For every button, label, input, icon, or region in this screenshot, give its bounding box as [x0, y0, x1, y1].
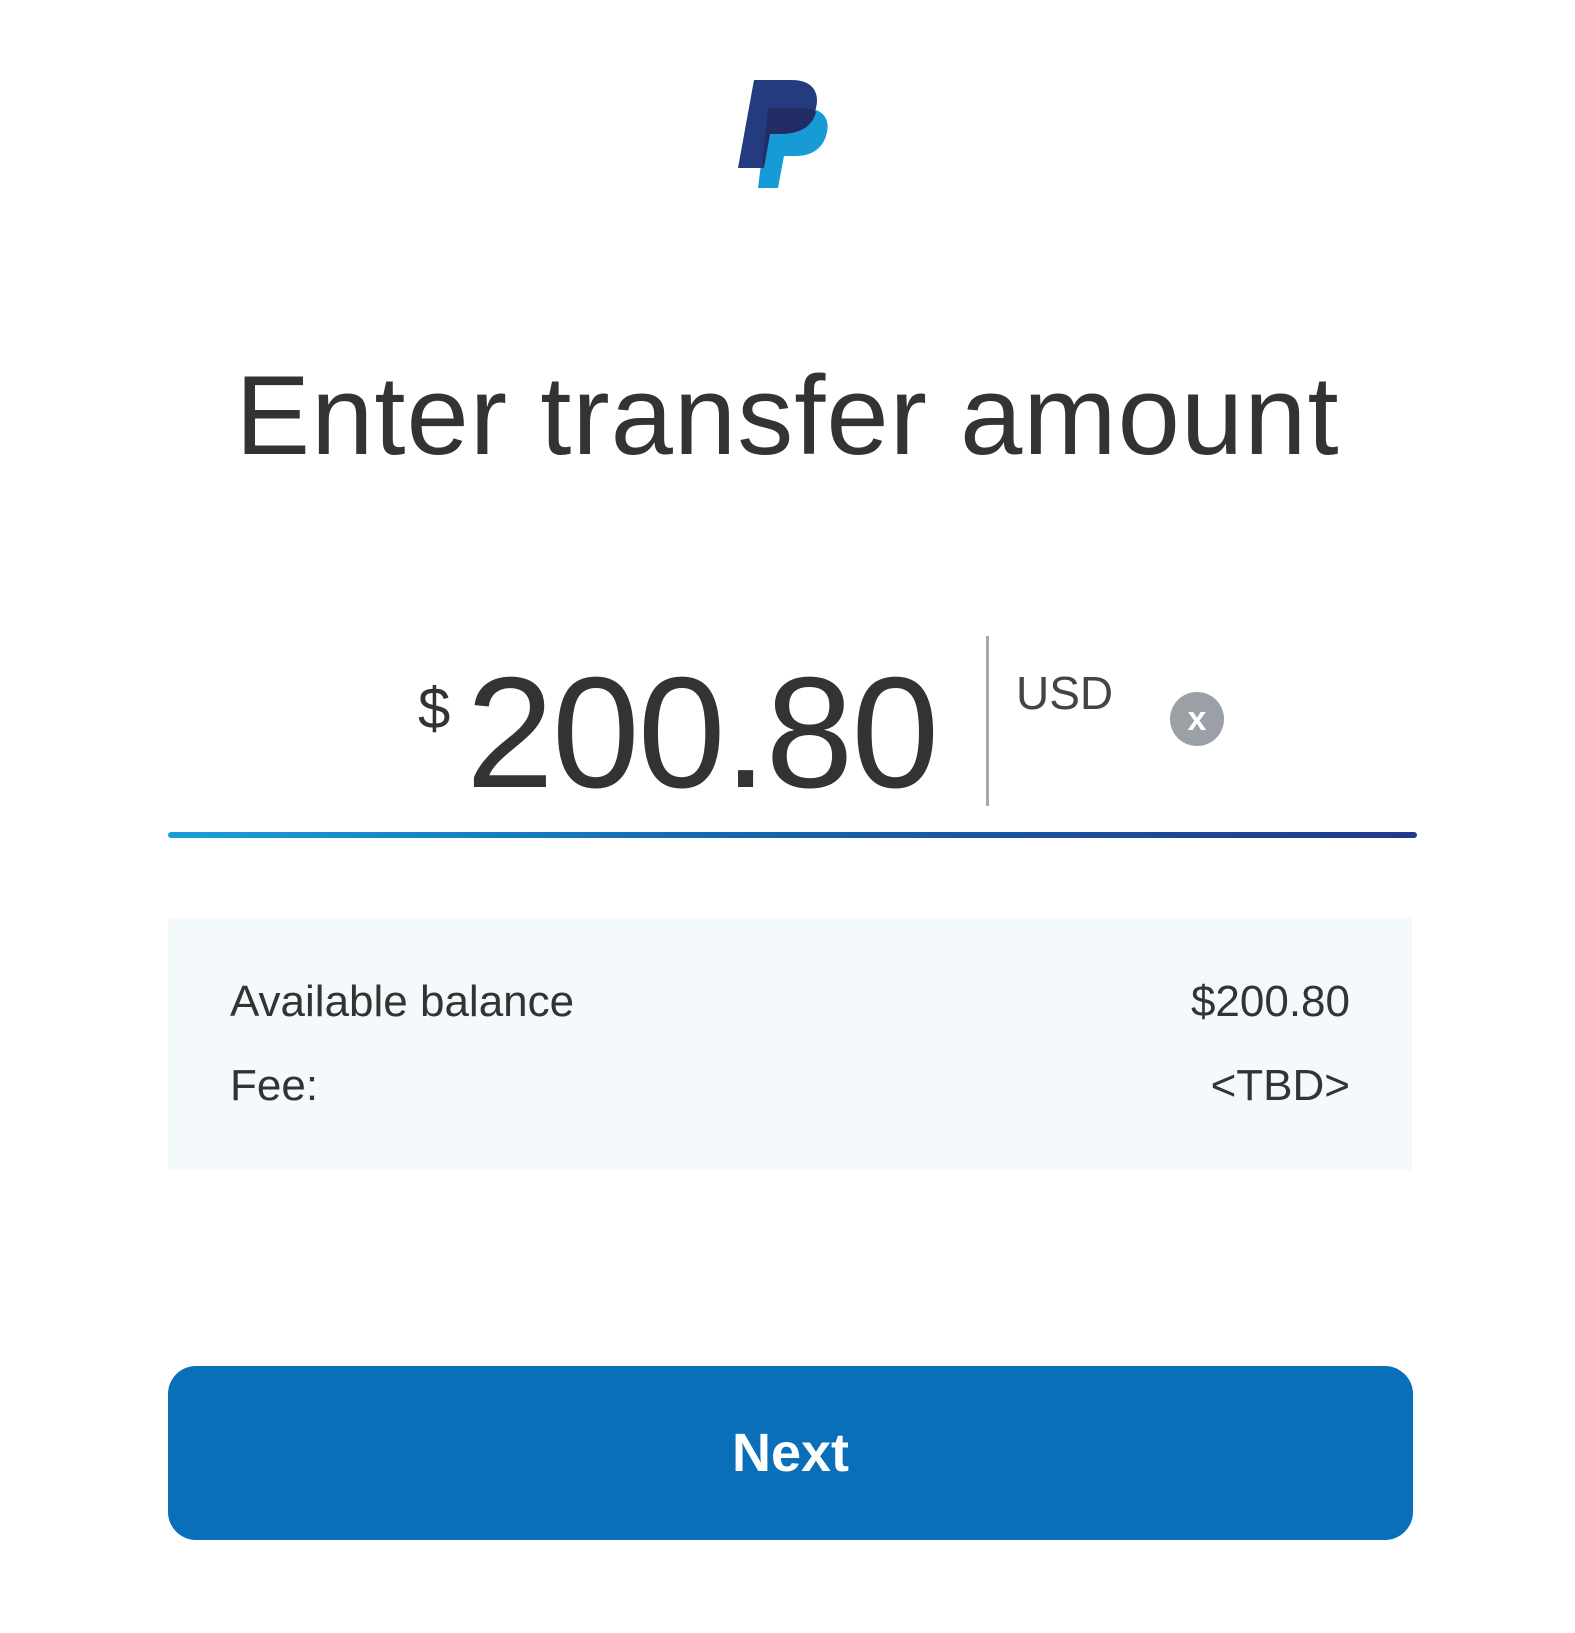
amount-value[interactable]: 200.80	[466, 654, 939, 812]
currency-code: USD	[1016, 667, 1114, 719]
available-balance-label: Available balance	[230, 977, 575, 1026]
next-button[interactable]: Next	[168, 1366, 1413, 1540]
amount-input[interactable]: $ 200.80 USD x	[0, 620, 1575, 812]
transfer-summary-panel: Available balance $200.80 Fee: <TBD>	[168, 918, 1412, 1170]
paypal-logo-icon	[738, 78, 836, 190]
available-balance-value: $200.80	[1190, 977, 1350, 1026]
currency-symbol: $	[418, 676, 451, 741]
amount-underline	[168, 832, 1417, 838]
text-cursor	[986, 636, 989, 806]
page-title: Enter transfer amount	[235, 353, 1340, 478]
fee-label: Fee:	[230, 1061, 319, 1110]
clear-icon[interactable]: x	[1170, 692, 1224, 746]
fee-value: <TBD>	[1210, 1061, 1350, 1110]
